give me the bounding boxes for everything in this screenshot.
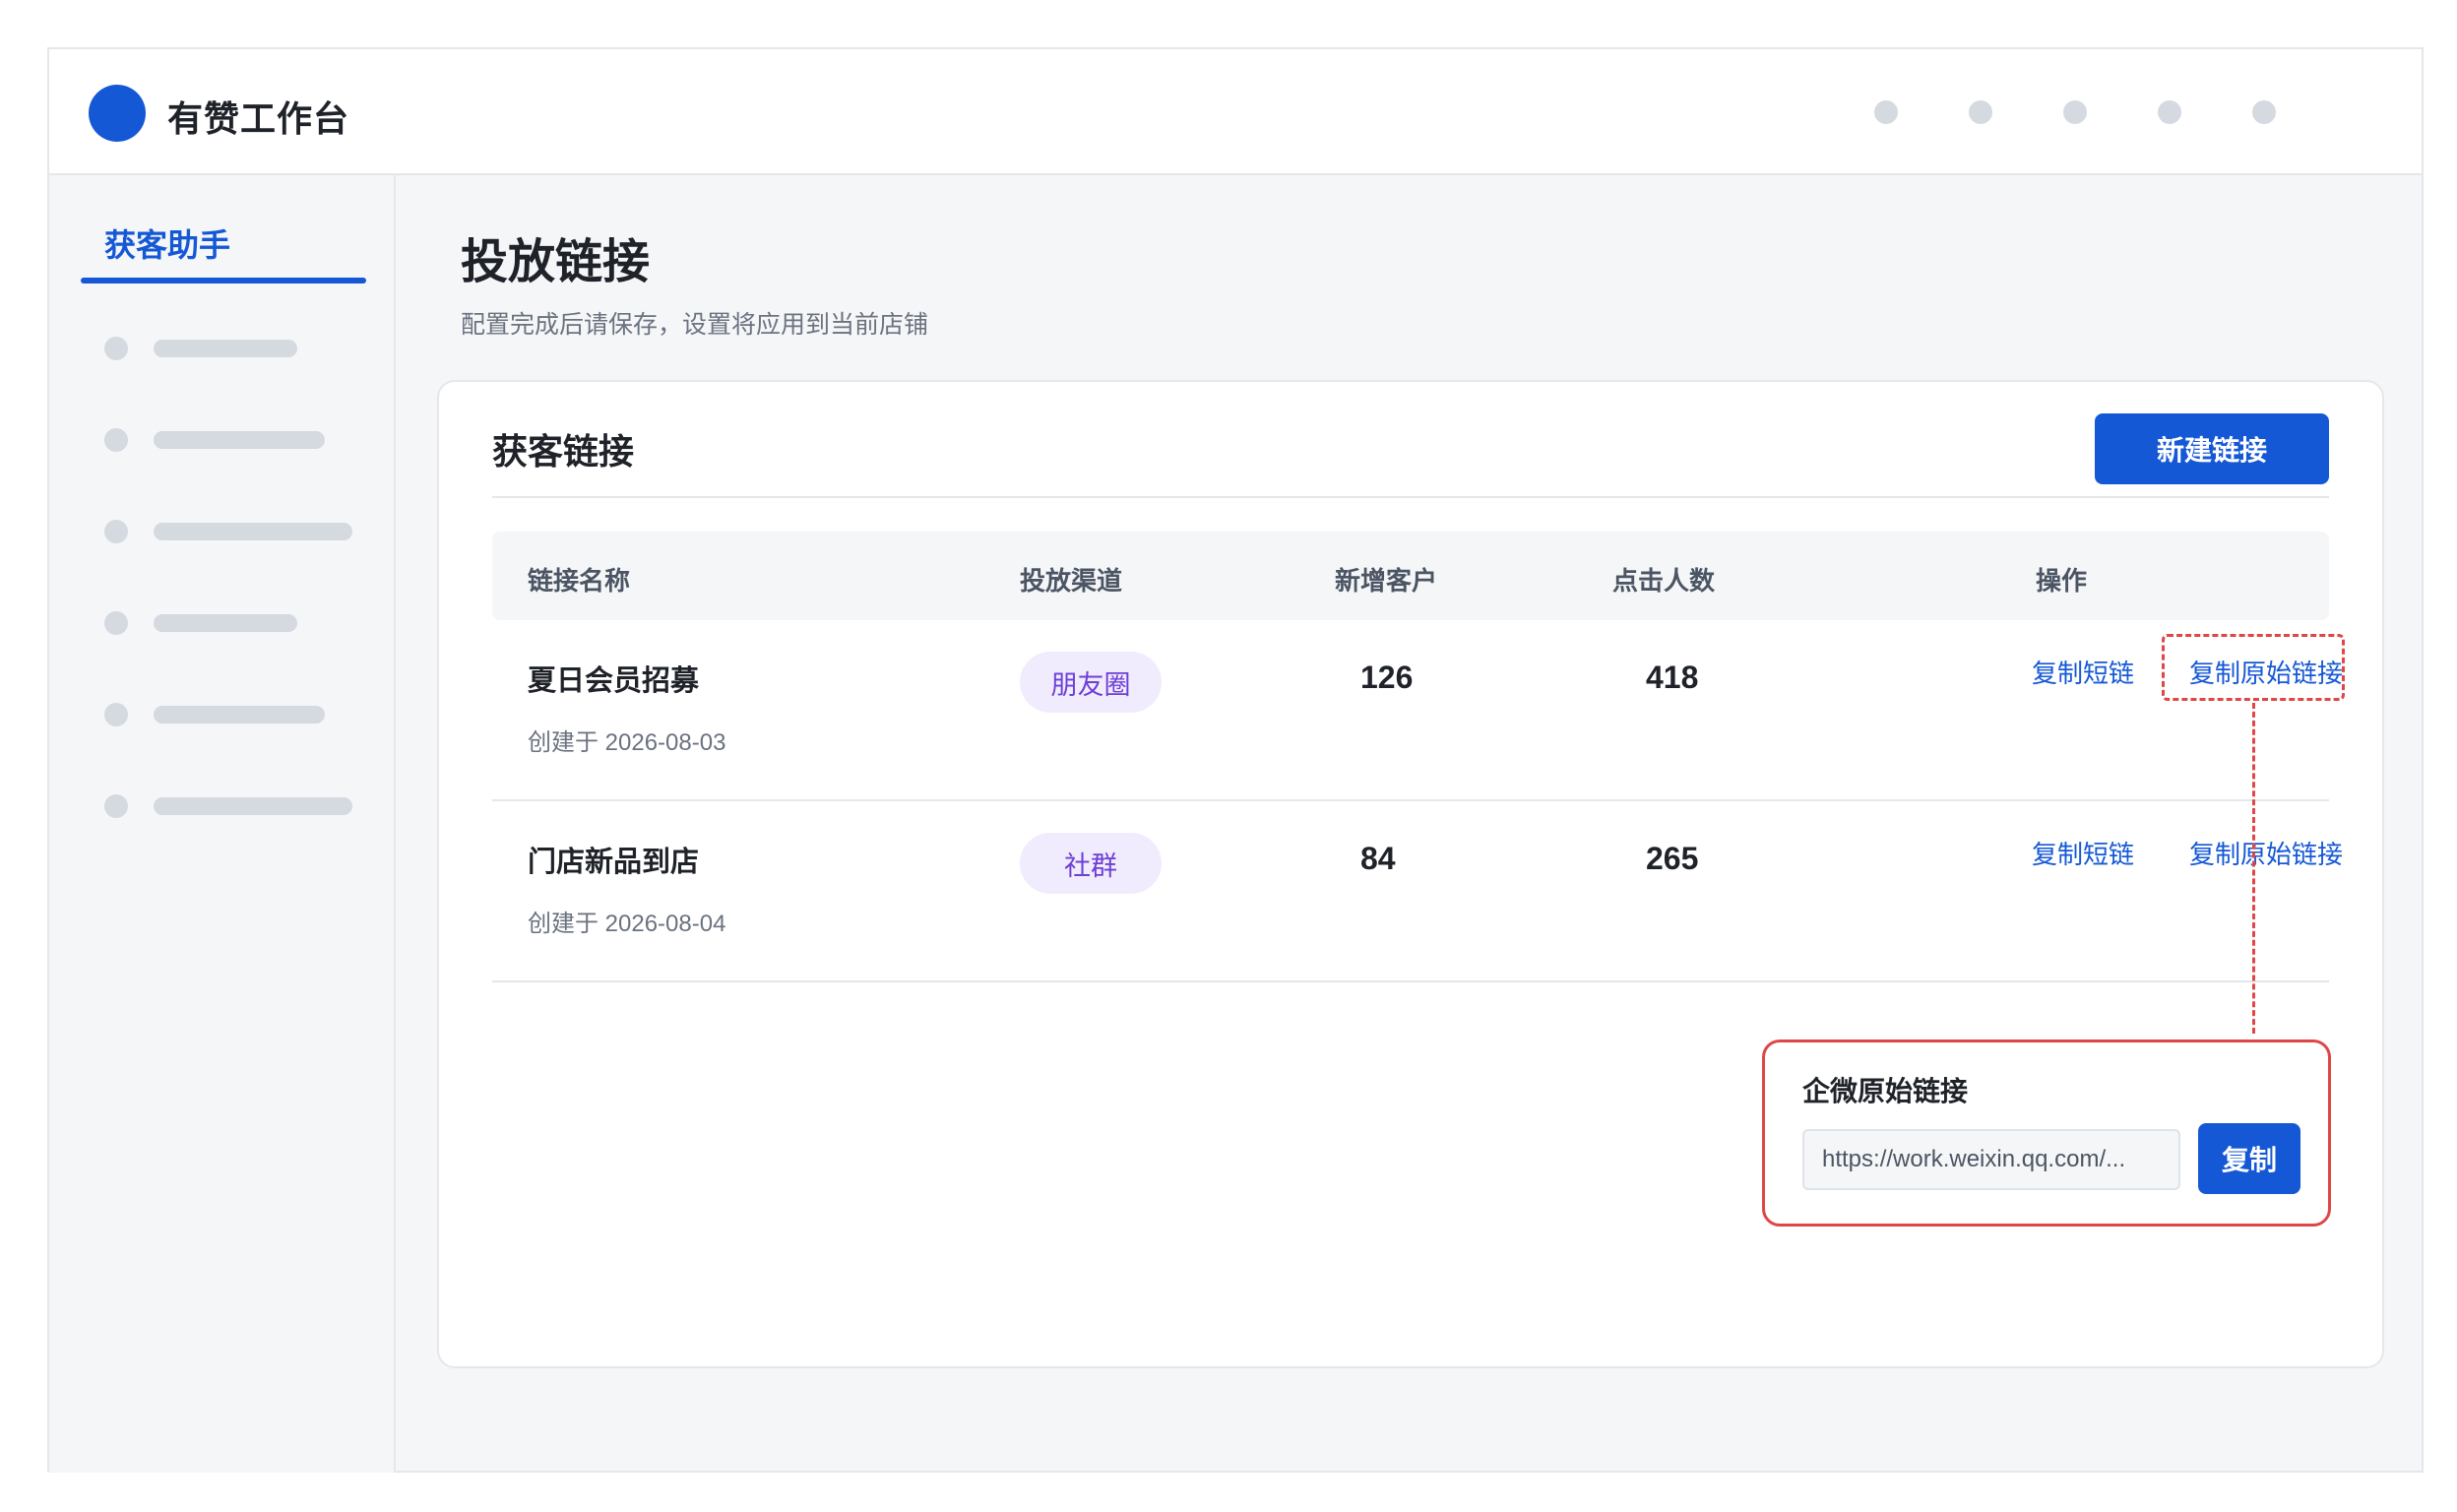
links-card: 获客链接 新建链接 链接名称 投放渠道 新增客户 点击人数 操作 夏日会员招募 … [437,380,2384,1368]
link-name: 门店新品到店 [528,847,700,878]
sidebar-item-active[interactable]: 获客助手 [104,220,230,266]
click-count: 418 [1646,660,1699,695]
channel-tag: 朋友圈 [1020,652,1162,713]
popup-title: 企微原始链接 [1802,1076,1969,1106]
card-title: 获客链接 [492,431,635,472]
sidebar-item-placeholder[interactable] [104,520,352,543]
toolbar-placeholder-icon[interactable] [1969,100,1992,124]
toolbar-placeholder-icon[interactable] [2252,100,2276,124]
copy-button[interactable]: 复制 [2198,1123,2300,1194]
column-header-clicks: 点击人数 [1612,566,1716,596]
sidebar-item-placeholder[interactable] [104,428,325,452]
sidebar-item-dot-icon [104,337,128,360]
channel-tag: 社群 [1020,833,1162,894]
page-subtitle: 配置完成后请保存，设置将应用到当前店铺 [461,311,929,339]
highlight-connector-line [2252,703,2255,1034]
app-window: 有赞工作台 获客助手 投放链接 配置完成后请保存，设置将应用到当前店铺 获客链接… [47,47,2424,1473]
copy-short-link-button[interactable]: 复制短链 [2032,654,2134,690]
row-divider [492,799,2329,801]
sidebar-item-dot-icon [104,520,128,543]
top-toolbar [1874,100,2276,124]
sidebar-item-label-placeholder [154,340,297,357]
sidebar-item-label-placeholder [154,523,352,540]
row-divider [492,980,2329,982]
sidebar-item-placeholder[interactable] [104,794,352,818]
copy-short-link-button[interactable]: 复制短链 [2032,835,2134,871]
app-logo [89,85,146,142]
sidebar-item-label-placeholder [154,614,297,632]
raw-link-url-field[interactable] [1802,1129,2180,1190]
copy-raw-link-button[interactable]: 复制原始链接 [2189,835,2343,871]
card-divider [492,496,2329,498]
sidebar-item-placeholder[interactable] [104,337,297,360]
column-header-new-customers: 新增客户 [1335,566,1438,596]
column-header-actions: 操作 [2036,566,2088,596]
column-header-channel: 投放渠道 [1020,566,1123,596]
raw-link-popup: 企微原始链接 复制 [1762,1040,2331,1227]
highlight-box [2162,634,2345,701]
app-title: 有赞工作台 [167,98,350,139]
column-header-name: 链接名称 [528,566,631,596]
sidebar-active-indicator [81,278,366,284]
link-created-date: 创建于 2026-08-04 [528,911,726,937]
toolbar-placeholder-icon[interactable] [2063,100,2087,124]
toolbar-placeholder-icon[interactable] [2158,100,2181,124]
sidebar-item-placeholder[interactable] [104,703,325,726]
top-bar: 有赞工作台 [49,49,2422,175]
sidebar-item-dot-icon [104,703,128,726]
sidebar: 获客助手 [49,175,396,1473]
sidebar-item-placeholder[interactable] [104,611,297,635]
sidebar-item-label-placeholder [154,706,325,724]
new-customers-count: 126 [1360,660,1414,695]
sidebar-item-dot-icon [104,794,128,818]
new-link-button[interactable]: 新建链接 [2095,413,2329,484]
sidebar-item-dot-icon [104,611,128,635]
toolbar-placeholder-icon[interactable] [1874,100,1898,124]
sidebar-item-label-placeholder [154,797,352,815]
page-title: 投放链接 [461,236,651,288]
link-created-date: 创建于 2026-08-03 [528,729,726,756]
click-count: 265 [1646,841,1699,876]
sidebar-item-dot-icon [104,428,128,452]
sidebar-item-label-placeholder [154,431,325,449]
new-customers-count: 84 [1360,841,1396,876]
link-name: 夏日会员招募 [528,665,700,697]
table-header: 链接名称 投放渠道 新增客户 点击人数 操作 [492,532,2329,620]
